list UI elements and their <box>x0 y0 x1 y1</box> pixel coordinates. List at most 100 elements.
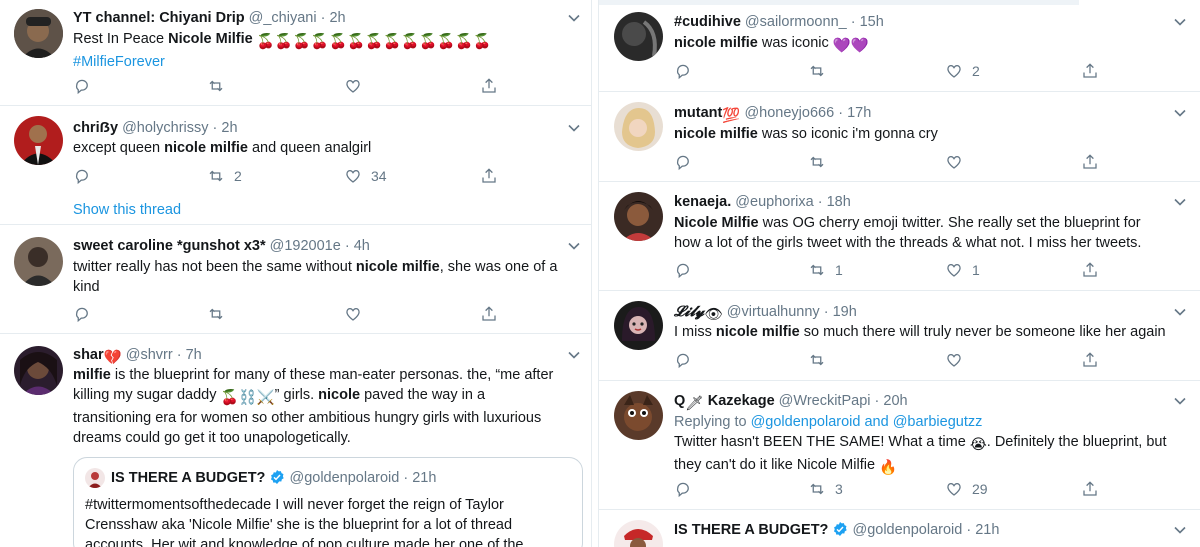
like-button[interactable] <box>945 153 963 171</box>
author-handle[interactable]: @virtualhunny <box>727 304 820 320</box>
quoted-tweet[interactable]: IS THERE A BUDGET? @goldenpolaroid · 21h… <box>73 457 583 547</box>
avatar[interactable] <box>614 391 663 440</box>
author-name[interactable]: YT channel: Chiyani Drip <box>73 10 245 26</box>
avatar[interactable] <box>14 237 63 286</box>
tweet[interactable]: sweet caroline *gunshot x3* @192001e · 4… <box>0 225 591 334</box>
like-button[interactable]: 29 <box>945 480 988 498</box>
timestamp[interactable]: 2h <box>221 120 237 136</box>
chevron-down-icon[interactable] <box>567 348 581 362</box>
retweet-button[interactable]: 2 <box>207 167 242 185</box>
timestamp[interactable]: 21h <box>975 522 999 538</box>
avatar[interactable] <box>614 12 663 61</box>
avatar[interactable] <box>14 116 63 165</box>
retweet-button[interactable] <box>207 77 225 95</box>
like-button[interactable] <box>344 77 362 95</box>
chevron-down-icon[interactable] <box>1173 523 1187 537</box>
like-button[interactable]: 34 <box>344 167 387 185</box>
author-name[interactable]: kenaeja. <box>674 194 731 210</box>
author-handle[interactable]: @euphorixa <box>735 194 813 210</box>
show-thread-link[interactable]: Show this thread <box>73 202 181 218</box>
tweet[interactable]: kenaeja. @euphorixa · 18h Nicole Milfie … <box>599 182 1200 291</box>
reply-button[interactable] <box>73 167 91 185</box>
chevron-down-icon[interactable] <box>567 239 581 253</box>
author-handle[interactable]: @sailormoonn_ <box>745 14 847 30</box>
reply-button[interactable] <box>73 305 91 323</box>
reply-button[interactable] <box>674 261 692 279</box>
chevron-down-icon[interactable] <box>1173 394 1187 408</box>
retweet-button[interactable]: 1 <box>808 261 843 279</box>
avatar[interactable] <box>14 9 63 58</box>
chevron-down-icon[interactable] <box>567 121 581 135</box>
share-button[interactable] <box>1081 480 1099 498</box>
retweet-button[interactable] <box>808 351 826 369</box>
author-name[interactable]: IS THERE A BUDGET? <box>674 522 828 538</box>
author-name[interactable]: #cudihive <box>674 14 741 30</box>
tweet[interactable]: shar💔 @shvrr · 7h milfie is the blueprin… <box>0 334 591 547</box>
mention-link[interactable]: @goldenpolaroid <box>751 414 861 430</box>
tweet[interactable]: chriẞy @holychrissy · 2h except queen ni… <box>0 106 591 225</box>
reply-button[interactable] <box>674 480 692 498</box>
avatar[interactable] <box>614 192 663 241</box>
author-name[interactable]: mutant <box>674 105 722 121</box>
retweet-button[interactable]: 3 <box>808 480 843 498</box>
like-button[interactable] <box>945 351 963 369</box>
chevron-down-icon[interactable] <box>1173 305 1187 319</box>
quoted-author-handle[interactable]: @goldenpolaroid <box>289 470 399 486</box>
timestamp[interactable]: 19h <box>833 304 857 320</box>
avatar[interactable] <box>14 346 63 395</box>
timestamp[interactable]: 20h <box>883 393 907 409</box>
like-button[interactable]: 1 <box>945 261 980 279</box>
retweet-button[interactable] <box>207 305 225 323</box>
chevron-down-icon[interactable] <box>1173 15 1187 29</box>
avatar[interactable] <box>614 301 663 350</box>
author-handle[interactable]: @goldenpolaroid <box>852 522 962 538</box>
like-button[interactable] <box>344 305 362 323</box>
quoted-avatar[interactable] <box>85 468 105 488</box>
mention-link[interactable]: @barbiegutzz <box>893 414 983 430</box>
author-handle[interactable]: @WreckitPapi <box>779 393 871 409</box>
author-name[interactable]: 𝓛𝓲𝓵𝔂 <box>674 304 704 320</box>
share-button[interactable] <box>480 77 498 95</box>
share-button[interactable] <box>1081 62 1099 80</box>
author-handle[interactable]: @192001e <box>270 238 341 254</box>
tweet[interactable]: IS THERE A BUDGET? @goldenpolaroid · 21h <box>599 510 1200 547</box>
retweet-button[interactable] <box>808 62 826 80</box>
like-button[interactable]: 2 <box>945 62 980 80</box>
chevron-down-icon[interactable] <box>567 11 581 25</box>
author-name[interactable]: shar <box>73 347 104 363</box>
author-handle[interactable]: @honeyjo666 <box>744 105 834 121</box>
reply-button[interactable] <box>674 351 692 369</box>
author-name[interactable]: chriẞy <box>73 120 118 136</box>
reply-button[interactable] <box>674 62 692 80</box>
share-button[interactable] <box>480 167 498 185</box>
timestamp[interactable]: 4h <box>354 238 370 254</box>
timestamp[interactable]: 7h <box>186 347 202 363</box>
timestamp[interactable]: 2h <box>329 10 345 26</box>
quoted-author-name[interactable]: IS THERE A BUDGET? <box>111 470 265 486</box>
share-button[interactable] <box>1081 351 1099 369</box>
chevron-down-icon[interactable] <box>1173 195 1187 209</box>
timestamp[interactable]: 17h <box>847 105 871 121</box>
quoted-timestamp[interactable]: 21h <box>412 470 436 486</box>
reply-button[interactable] <box>674 153 692 171</box>
author-name[interactable]: Kazekage <box>704 393 775 409</box>
tweet[interactable]: Q🗡 Kazekage @WreckitPapi · 20h Replying … <box>599 381 1200 510</box>
timestamp[interactable]: 15h <box>860 14 884 30</box>
avatar[interactable] <box>614 102 663 151</box>
share-button[interactable] <box>1081 261 1099 279</box>
tweet[interactable]: YT channel: Chiyani Drip @_chiyani · 2h … <box>0 0 591 106</box>
author-handle[interactable]: @_chiyani <box>249 10 317 26</box>
author-name-prefix[interactable]: Q <box>674 393 685 409</box>
hashtag-link[interactable]: #MilfieForever <box>73 54 165 70</box>
tweet[interactable]: 𝓛𝓲𝓵𝔂👁 @virtualhunny · 19h I miss nicole … <box>599 291 1200 381</box>
author-handle[interactable]: @holychrissy <box>122 120 208 136</box>
author-handle[interactable]: @shvrr <box>126 347 173 363</box>
avatar[interactable] <box>614 520 663 547</box>
chevron-down-icon[interactable] <box>1173 106 1187 120</box>
author-name[interactable]: sweet caroline *gunshot x3* <box>73 238 266 254</box>
tweet[interactable]: #cudihive @sailormoonn_ · 15h nicole mil… <box>599 0 1200 92</box>
reply-button[interactable] <box>73 77 91 95</box>
share-button[interactable] <box>1081 153 1099 171</box>
retweet-button[interactable] <box>808 153 826 171</box>
share-button[interactable] <box>480 305 498 323</box>
